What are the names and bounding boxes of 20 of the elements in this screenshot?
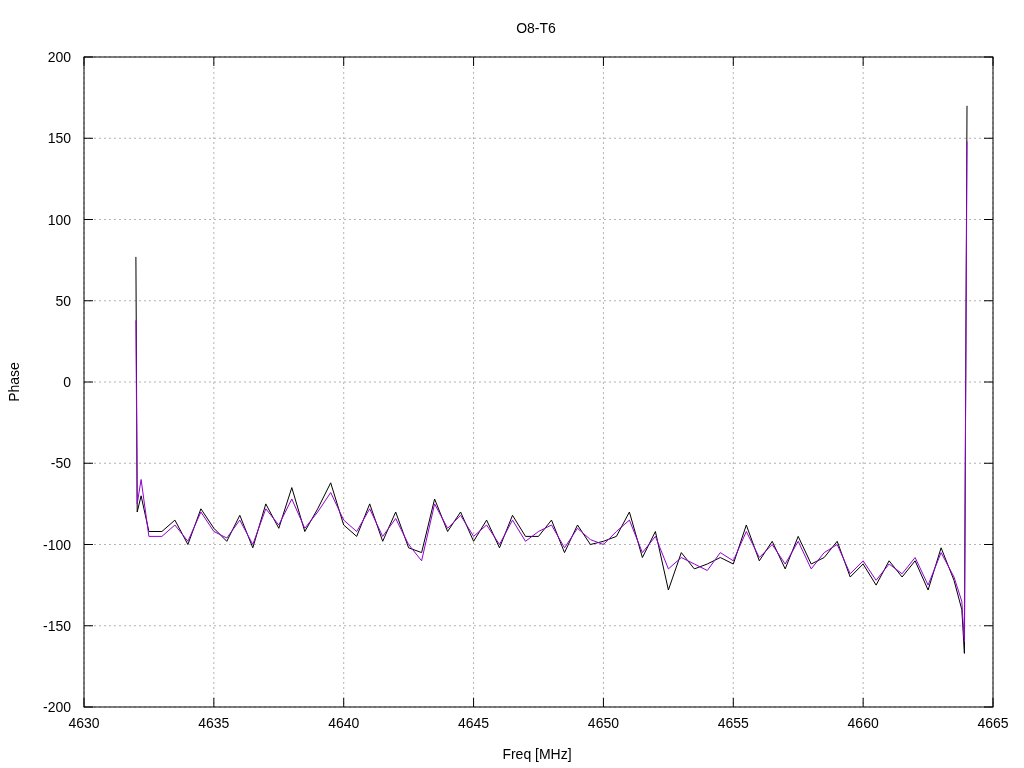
y-tick-label: 50 xyxy=(55,292,71,309)
y-tick-label: -150 xyxy=(42,617,71,634)
x-axis-label: Freq [MHz] xyxy=(502,746,572,762)
x-tick-label: 4655 xyxy=(717,715,749,731)
x-tick-label: 4660 xyxy=(847,715,879,731)
chart-title: O8-T6 xyxy=(516,20,556,36)
y-tick-label: 0 xyxy=(63,374,71,390)
x-tick-label: 4640 xyxy=(328,715,360,731)
x-tick-label: 4630 xyxy=(68,715,100,731)
y-axis-label: Phase xyxy=(6,362,22,402)
y-tick-label: -100 xyxy=(42,536,71,553)
x-tick-label: 4635 xyxy=(198,715,230,731)
y-tick-label: -50 xyxy=(50,455,71,472)
y-tick-label: -200 xyxy=(42,699,71,715)
y-tick-label: 200 xyxy=(47,49,71,65)
x-tick-label: 4645 xyxy=(458,715,490,731)
x-tick-label: 4650 xyxy=(587,715,619,731)
y-tick-label: 150 xyxy=(47,130,71,147)
x-tick-label: 4665 xyxy=(977,715,1009,731)
y-tick-label: 100 xyxy=(47,211,71,228)
